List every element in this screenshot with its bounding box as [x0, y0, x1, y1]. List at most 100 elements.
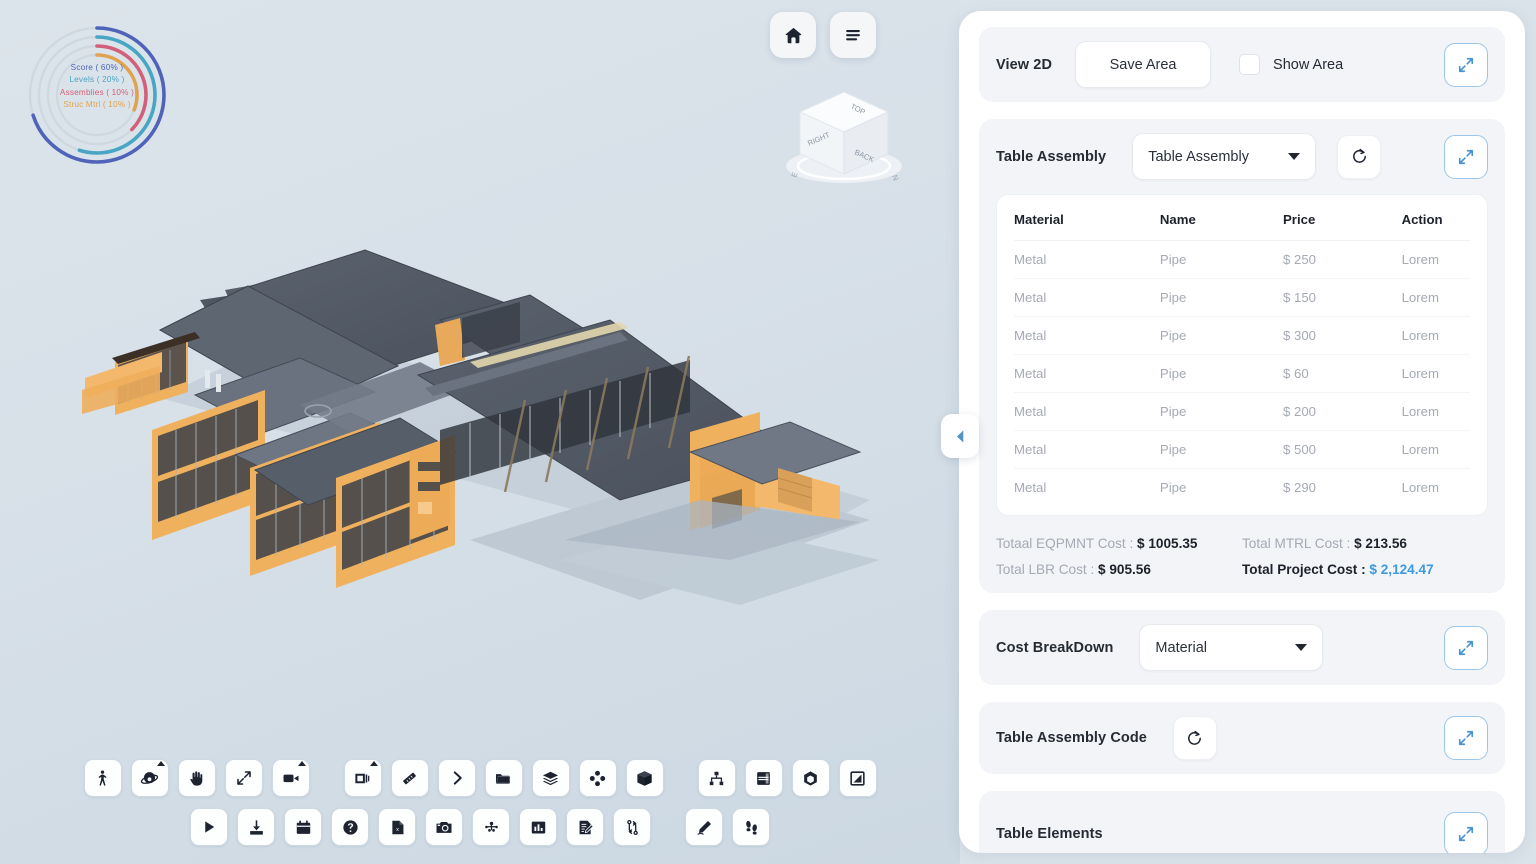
- camera-video-button[interactable]: [271, 759, 310, 797]
- table-assembly-refresh-button[interactable]: [1337, 134, 1382, 179]
- cost-breakdown-expand-button[interactable]: [1444, 625, 1488, 670]
- sheet-stack-icon: [355, 773, 370, 783]
- view-cube[interactable]: TOP RIGHT BACK E N: [778, 74, 910, 192]
- chevron-left-icon: [956, 429, 963, 443]
- table-row[interactable]: Metal Pipe $ 290 Lorem: [1014, 469, 1470, 507]
- help-button[interactable]: [331, 808, 369, 846]
- cost-breakdown-select[interactable]: Material: [1139, 624, 1324, 671]
- table-assembly-code-expand-button[interactable]: [1444, 716, 1488, 760]
- mtrl-cost-value: $ 213.56: [1354, 536, 1407, 551]
- table-row[interactable]: Metal Pipe $ 200 Lorem: [1014, 392, 1470, 431]
- struc-mtrl-label: Struc Mtrl ( 10% ): [63, 100, 131, 110]
- view-2d-card: View 2D Save Area Show Area: [979, 27, 1505, 102]
- model-viewport[interactable]: Score ( 60% ) Levels ( 20% ) Assemblies …: [0, 0, 960, 864]
- layers-button[interactable]: [531, 759, 570, 797]
- table-assembly-title: Table Assembly: [996, 148, 1107, 165]
- layers-icon: [542, 771, 559, 785]
- menu-icon: [846, 29, 860, 41]
- section-box-button[interactable]: [838, 759, 877, 797]
- download-button[interactable]: [237, 808, 275, 846]
- orbit-badge-icon: [156, 761, 165, 766]
- point-cloud-icon: [484, 821, 498, 832]
- compare-versions-button[interactable]: [613, 808, 651, 846]
- save-area-button[interactable]: Save Area: [1075, 41, 1212, 88]
- nodes-button[interactable]: [578, 759, 617, 797]
- lbr-cost-value: $ 905.56: [1098, 562, 1151, 577]
- table-row[interactable]: Metal Pipe $ 300 Lorem: [1014, 316, 1470, 355]
- table-assembly-expand-button[interactable]: [1444, 134, 1488, 179]
- markup-pencil-button[interactable]: [685, 808, 723, 846]
- cell-price: $ 290: [1283, 480, 1317, 495]
- bar-chart-button[interactable]: [519, 808, 557, 846]
- markup-pencil-icon: [697, 820, 711, 835]
- walkthrough-person-button[interactable]: [83, 759, 122, 797]
- table-row[interactable]: Metal Pipe $ 60 Lorem: [1014, 354, 1470, 393]
- table-elements-expand-button[interactable]: [1444, 812, 1488, 853]
- table-assembly-code-refresh-button[interactable]: [1172, 716, 1217, 760]
- chevron-down-icon: [1295, 644, 1308, 651]
- hierarchy-tree-icon: [709, 771, 724, 785]
- point-cloud-button[interactable]: [472, 808, 510, 846]
- zoom-extents-icon: [236, 771, 251, 785]
- eqpmnt-cost: Totaal EQPMNT Cost : $ 1005.35: [996, 536, 1242, 551]
- cell-action[interactable]: Lorem: [1401, 392, 1470, 431]
- cell-action[interactable]: Lorem: [1401, 354, 1470, 393]
- camera-video-icon: [283, 774, 298, 783]
- score-label: Score ( 60% ): [70, 63, 124, 72]
- show-area-label: Show Area: [1273, 56, 1344, 73]
- table-row[interactable]: Metal Pipe $ 250 Lorem: [1014, 240, 1470, 279]
- hexagon-nut-icon: [804, 770, 817, 786]
- sheet-stack-button[interactable]: [343, 759, 382, 797]
- home-button[interactable]: [770, 12, 816, 58]
- menu-button[interactable]: [830, 12, 876, 58]
- table-row[interactable]: Metal Pipe $ 500 Lorem: [1014, 430, 1470, 469]
- measure-button[interactable]: [390, 759, 429, 797]
- view-2d-expand-button[interactable]: [1444, 42, 1488, 87]
- table-row[interactable]: Metal Pipe $ 150 Lorem: [1014, 278, 1470, 317]
- expand-arrows-icon: [1458, 149, 1474, 164]
- panel-collapse-handle[interactable]: [941, 414, 979, 458]
- table-assembly-select-value: Table Assembly: [1148, 148, 1249, 165]
- cell-name: Pipe: [1159, 430, 1284, 469]
- expand-arrows-icon: [1458, 57, 1474, 72]
- eqpmnt-cost-label: Totaal EQPMNT Cost :: [996, 536, 1138, 551]
- assembly-table-wrapper: Material Name Price Action Metal Pipe $ …: [996, 194, 1488, 516]
- pan-button[interactable]: [177, 759, 216, 797]
- orbit-button[interactable]: [130, 759, 169, 797]
- show-area-checkbox[interactable]: [1239, 54, 1261, 75]
- split-view-button[interactable]: [744, 759, 783, 797]
- cost-breakdown-title: Cost BreakDown: [996, 639, 1114, 656]
- column-header-material: Material: [1014, 198, 1160, 241]
- cell-action[interactable]: Lorem: [1402, 469, 1470, 507]
- score-donut-chart: Score ( 60% ) Levels ( 20% ) Assemblies …: [22, 20, 172, 170]
- lbr-cost: Total LBR Cost : $ 905.56: [996, 562, 1242, 577]
- toolbar-row-1: [83, 759, 877, 797]
- lbr-cost-label: Total LBR Cost :: [996, 562, 1098, 577]
- cell-action[interactable]: Lorem: [1401, 316, 1470, 355]
- cube-3d-button[interactable]: [625, 759, 664, 797]
- assemblies-label: Assemblies ( 10% ): [59, 87, 135, 97]
- hexagon-nut-button[interactable]: [791, 759, 830, 797]
- refresh-icon: [1352, 148, 1366, 163]
- mtrl-cost: Total MTRL Cost : $ 213.56: [1242, 536, 1488, 551]
- zoom-extents-button[interactable]: [224, 759, 263, 797]
- hierarchy-tree-button[interactable]: [697, 759, 736, 797]
- footsteps-icon: [745, 820, 757, 835]
- play-button[interactable]: [190, 808, 228, 846]
- cell-material: Metal: [1014, 392, 1160, 431]
- export-excel-button[interactable]: x: [378, 808, 416, 846]
- cell-action[interactable]: Lorem: [1401, 278, 1470, 317]
- table-assembly-select[interactable]: Table Assembly: [1132, 133, 1317, 180]
- cube-3d-icon: [637, 770, 652, 786]
- cell-action[interactable]: Lorem: [1401, 430, 1470, 469]
- cell-action[interactable]: Lorem: [1401, 240, 1470, 279]
- calendar-button[interactable]: [284, 808, 322, 846]
- viewport-top-buttons: [770, 12, 876, 58]
- report-edit-button[interactable]: [566, 808, 604, 846]
- play-icon: [205, 821, 215, 833]
- folder-button[interactable]: [484, 759, 523, 797]
- next-button[interactable]: [437, 759, 476, 797]
- cell-material: Metal: [1014, 240, 1160, 279]
- footsteps-button[interactable]: [732, 808, 770, 846]
- snapshot-button[interactable]: [425, 808, 463, 846]
